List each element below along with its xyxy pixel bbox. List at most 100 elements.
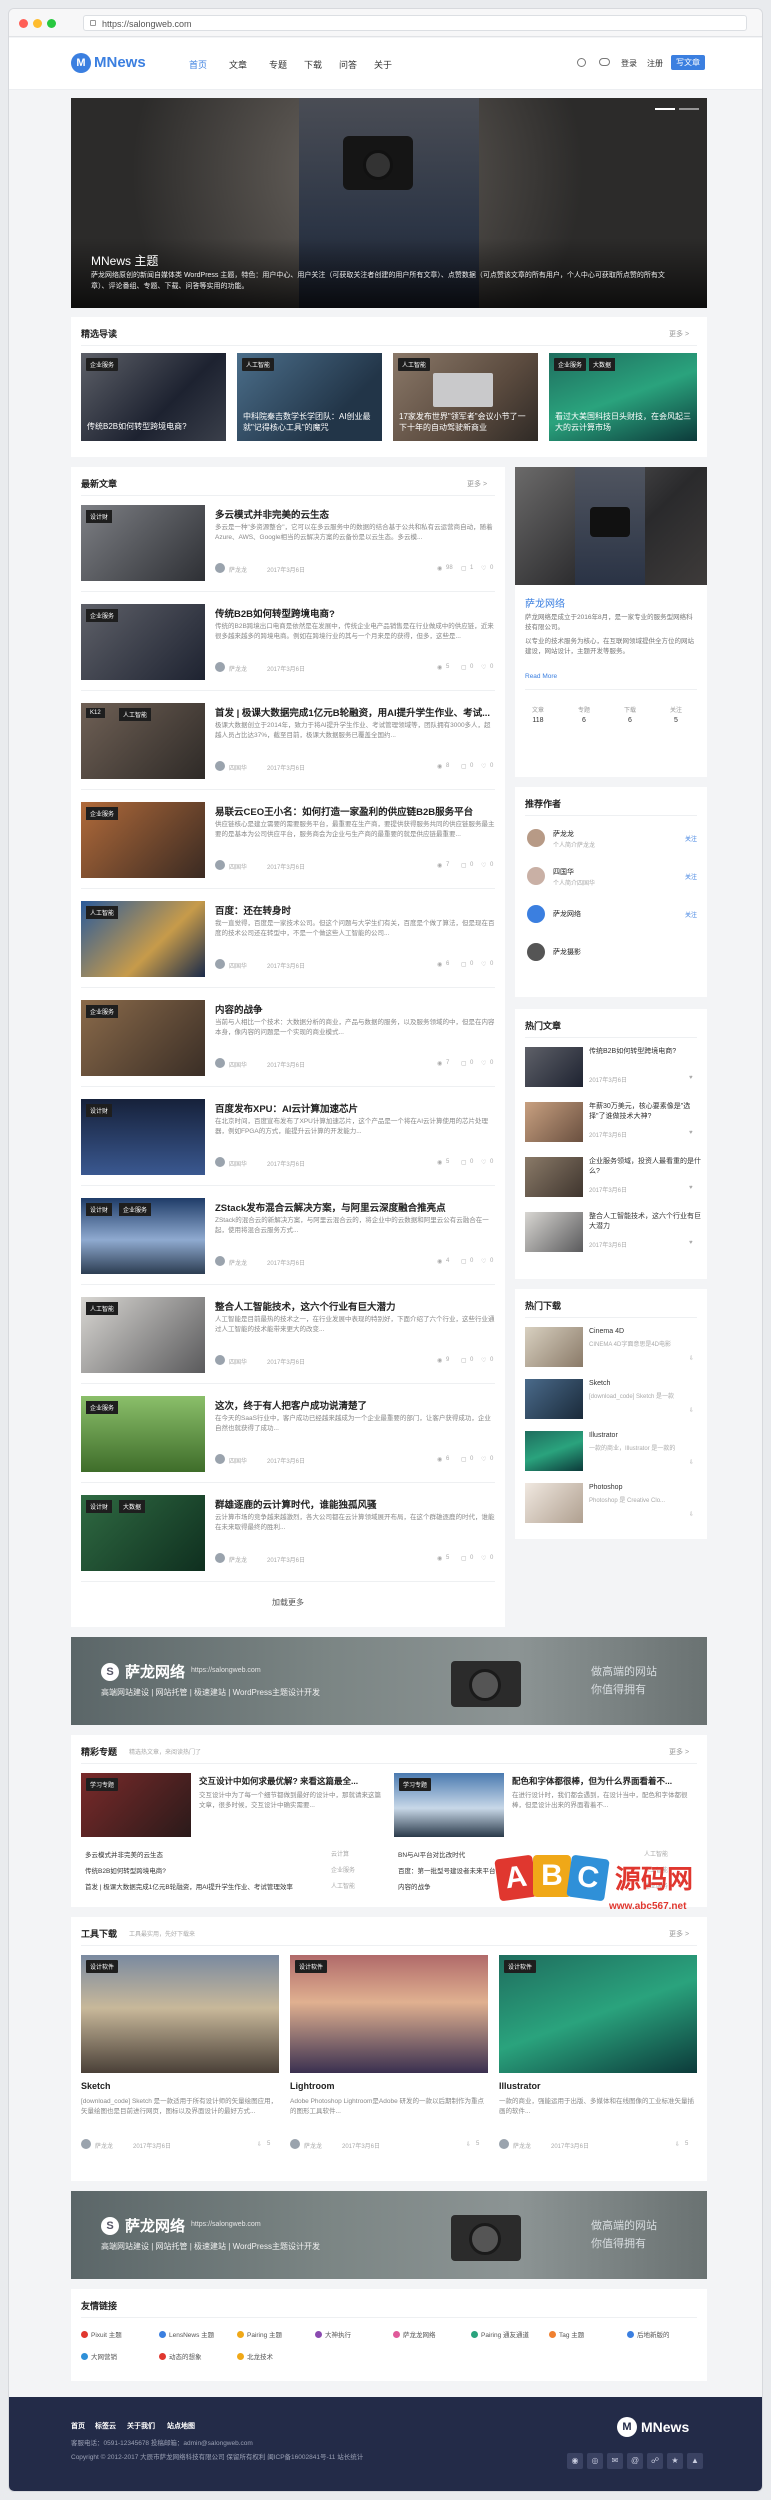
- profile-name[interactable]: 萨龙网络: [525, 595, 565, 610]
- article-title[interactable]: 易联云CEO王小名：如何打造一家盈利的供应链B2B服务平台: [215, 804, 497, 818]
- category-tag[interactable]: 设计软件: [86, 1960, 119, 1973]
- nav-qa[interactable]: 问答: [339, 58, 357, 71]
- article-thumbnail[interactable]: 设计财: [81, 1099, 205, 1175]
- featured-card-title[interactable]: 17家发布世界"领军者"会议小节了一下十年的自动驾驶新商业: [399, 411, 533, 433]
- topic-list-item[interactable]: 首发 | 极课大数据完成1亿元B轮融资，用AI提升学生作业、考试管理效率: [85, 1881, 305, 1891]
- friend-link-label[interactable]: 动态的想象: [169, 2354, 202, 2361]
- download-title[interactable]: Cinema 4D: [589, 1327, 701, 1337]
- friend-link[interactable]: Pixuit 主题: [81, 2329, 122, 2339]
- download-icon[interactable]: ⇩: [689, 1355, 694, 1362]
- avatar[interactable]: [215, 860, 225, 870]
- avatar[interactable]: [499, 2139, 509, 2149]
- minimize-dot-icon[interactable]: [33, 19, 42, 28]
- topic-title[interactable]: 配色和字体都很棒，但为什么界面看着不...: [512, 1775, 697, 1787]
- category-tag[interactable]: 企业服务: [86, 1005, 119, 1018]
- category-tag[interactable]: 企业服务: [554, 358, 587, 371]
- heart-icon[interactable]: ♡: [481, 763, 486, 770]
- article-thumbnail[interactable]: 企业服务: [81, 1396, 205, 1472]
- heart-icon[interactable]: ♡: [481, 961, 486, 968]
- avatar[interactable]: [215, 662, 225, 672]
- article-author[interactable]: 四国华: [229, 1357, 247, 1366]
- article-thumbnail[interactable]: 企业服务: [81, 802, 205, 878]
- article-author[interactable]: 四国华: [229, 1159, 247, 1168]
- category-tag[interactable]: 人工智能: [86, 906, 119, 919]
- friend-link[interactable]: Pairing 通友通道: [471, 2329, 529, 2339]
- article-item[interactable]: 设计财 多云模式并非完美的云生态 多云是一种"多资源整合"，它可以在多云服务中的数据…: [71, 505, 505, 600]
- star-icon[interactable]: ★: [667, 2453, 683, 2469]
- friend-link-label[interactable]: Tag 主题: [559, 2332, 584, 2339]
- featured-card-title[interactable]: 看过大美国科技日头财技，在会风起三大的云计算市场: [555, 411, 691, 433]
- article-item[interactable]: 企业服务 传统B2B如何转型跨境电商? 传统的B2B跨境出口电商是依然是在发展中，传…: [71, 604, 505, 699]
- category-tag[interactable]: K12: [86, 708, 105, 718]
- avatar[interactable]: [215, 1355, 225, 1365]
- friend-link-label[interactable]: 后地新版的: [637, 2332, 670, 2339]
- category-tag[interactable]: 学习专题: [86, 1778, 119, 1791]
- article-title[interactable]: 多云模式并非完美的云生态: [215, 507, 497, 521]
- article-title[interactable]: 整合人工智能技术，这六个行业有巨大潜力: [215, 1299, 497, 1313]
- load-more-button[interactable]: 加载更多: [71, 1597, 505, 1608]
- heart-icon[interactable]: ♡: [481, 1060, 486, 1067]
- footer-link[interactable]: 站点地图: [167, 2421, 195, 2431]
- category-tag[interactable]: 设计软件: [504, 1960, 537, 1973]
- category-tag[interactable]: 企业服务: [86, 807, 119, 820]
- topic-title[interactable]: 交互设计中如何求最优解? 来看这篇最全...: [199, 1775, 384, 1787]
- author-name[interactable]: 萨龙龙: [553, 829, 574, 839]
- tool-title[interactable]: Sketch: [81, 2081, 279, 2091]
- article-author[interactable]: 四国华: [229, 763, 247, 772]
- friend-link[interactable]: 北龙技术: [237, 2351, 273, 2361]
- article-title[interactable]: 群雄逐鹿的云计算时代，谁能独孤风骚: [215, 1497, 497, 1511]
- download-icon[interactable]: ⇩: [689, 1459, 694, 1466]
- hero-title[interactable]: MNews 主题: [91, 252, 158, 269]
- follow-button[interactable]: 关注: [685, 872, 697, 881]
- download-title[interactable]: Sketch: [589, 1379, 701, 1389]
- category-tag[interactable]: 学习专题: [399, 1778, 432, 1791]
- register-link[interactable]: 注册: [647, 58, 663, 69]
- category-tag[interactable]: 设计财: [86, 1104, 113, 1117]
- avatar[interactable]: [215, 1553, 225, 1563]
- search-icon[interactable]: [577, 58, 586, 67]
- article-item[interactable]: 企业服务 这次，终于有人把客户成功说清楚了 在今天的SaaS行业中，客户成功已经越来…: [71, 1396, 505, 1491]
- article-author[interactable]: 四国华: [229, 961, 247, 970]
- heart-icon[interactable]: ♥: [689, 1130, 693, 1136]
- friend-link-label[interactable]: 北龙技术: [247, 2354, 273, 2361]
- category-tag[interactable]: 大数据: [119, 1500, 146, 1513]
- article-item[interactable]: 设计财 大数据 群雄逐鹿的云计算时代，谁能独孤风骚 云计算市场的竞争越来越激烈，各大公…: [71, 1495, 505, 1590]
- follow-button[interactable]: 关注: [685, 910, 697, 919]
- avatar[interactable]: [290, 2139, 300, 2149]
- topics-more-link[interactable]: 更多 >: [669, 1747, 689, 1757]
- friend-link[interactable]: 后地新版的: [627, 2329, 670, 2339]
- nav-home[interactable]: 首页: [189, 58, 207, 71]
- article-title[interactable]: 这次，终于有人把客户成功说清楚了: [215, 1398, 497, 1412]
- article-item[interactable]: 设计财 企业服务 ZStack发布混合云解决方案，与阿里云深度融合推亮点 ZStack…: [71, 1198, 505, 1293]
- tool-author[interactable]: 萨龙龙: [513, 2141, 531, 2150]
- hot-post-thumbnail[interactable]: [525, 1157, 583, 1197]
- heart-icon[interactable]: ♡: [481, 1357, 486, 1364]
- article-author[interactable]: 四国华: [229, 1456, 247, 1465]
- article-item[interactable]: K12 人工智能 首发 | 极课大数据完成1亿元B轮融资，用AI提升学生作业、考试.…: [71, 703, 505, 798]
- article-author[interactable]: 萨龙龙: [229, 565, 247, 574]
- article-thumbnail[interactable]: 企业服务: [81, 1000, 205, 1076]
- friend-link[interactable]: 萨龙龙网络: [393, 2329, 436, 2339]
- nav-about[interactable]: 关于: [374, 58, 392, 71]
- heart-icon[interactable]: ♡: [481, 1555, 486, 1562]
- hot-post-thumbnail[interactable]: [525, 1102, 583, 1142]
- read-more-link[interactable]: Read More: [525, 673, 557, 680]
- download-icon[interactable]: ⇩: [689, 1407, 694, 1414]
- category-tag[interactable]: 人工智能: [398, 358, 431, 371]
- article-title[interactable]: 内容的战争: [215, 1002, 497, 1016]
- arrow-up-icon[interactable]: ▲: [687, 2453, 703, 2469]
- avatar[interactable]: [527, 943, 545, 961]
- footer-link[interactable]: 关于我们: [127, 2421, 155, 2431]
- avatar[interactable]: [215, 1157, 225, 1167]
- download-thumbnail[interactable]: [525, 1483, 583, 1523]
- maximize-dot-icon[interactable]: [47, 19, 56, 28]
- hero-slide[interactable]: MNews 主题 萨龙网络原创的新闻自媒体类 WordPress 主题，特色：用…: [71, 98, 707, 308]
- logo-icon[interactable]: M: [71, 53, 91, 73]
- download-title[interactable]: Illustrator: [589, 1431, 701, 1441]
- hot-post-title[interactable]: 年薪30万美元，核心要素像是"选择"了谁做技术大神?: [589, 1102, 701, 1122]
- article-title[interactable]: ZStack发布混合云解决方案，与阿里云深度融合推亮点: [215, 1200, 497, 1214]
- friend-link-label[interactable]: LensNews 主题: [169, 2332, 214, 2339]
- article-thumbnail[interactable]: 人工智能: [81, 1297, 205, 1373]
- tools-more-link[interactable]: 更多 >: [669, 1929, 689, 1939]
- friend-link[interactable]: 动态的想象: [159, 2351, 202, 2361]
